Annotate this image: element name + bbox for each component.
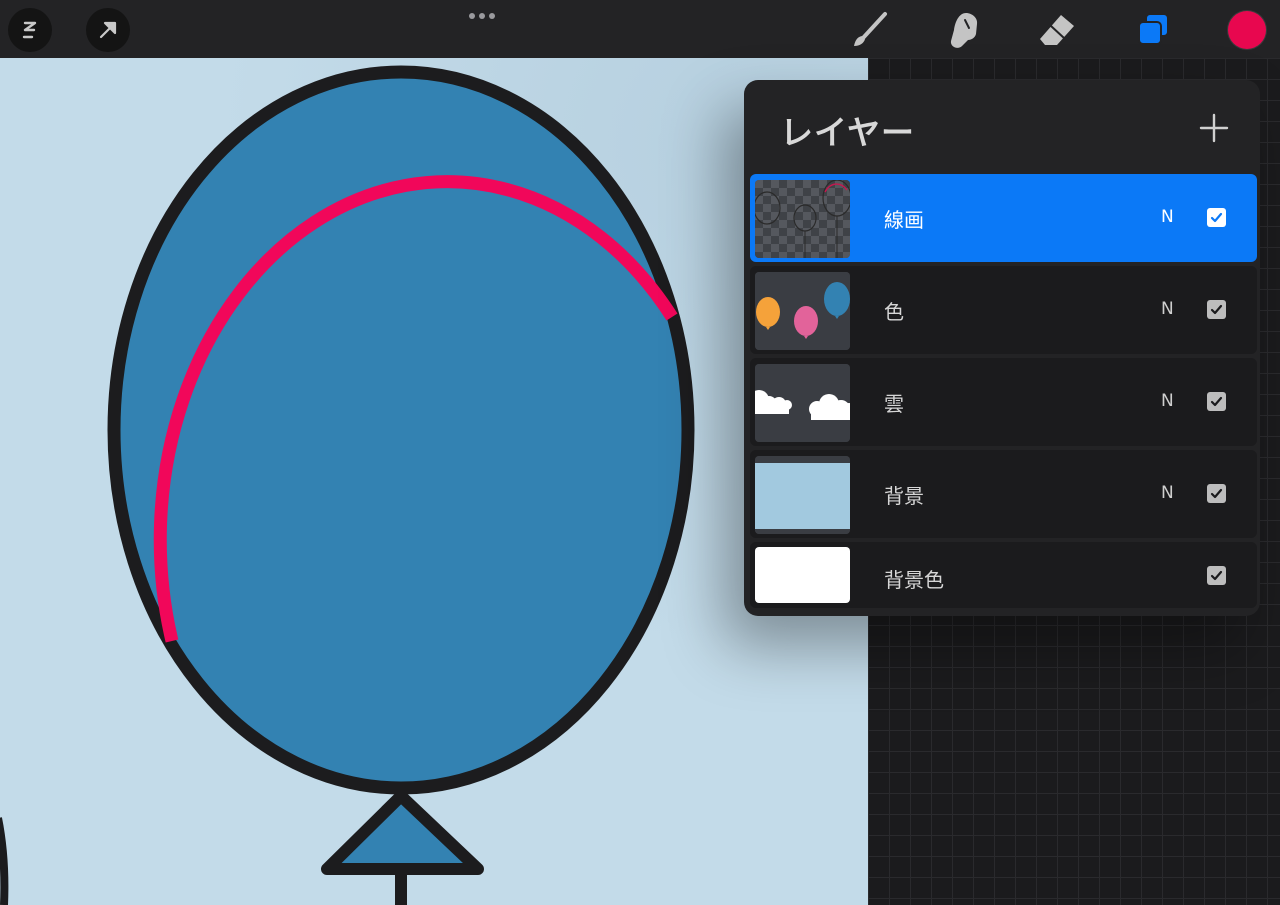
color-picker-button[interactable] [1228,11,1266,49]
drawing-canvas[interactable] [0,58,868,905]
layer-row-background-color[interactable]: 背景色 [750,542,1257,608]
layer-row-clouds[interactable]: 雲 N [750,358,1257,446]
layer-name: 背景色 [884,568,944,592]
layer-name: 背景 [884,484,924,508]
plus-icon [1199,113,1229,143]
layer-row-background[interactable]: 背景 N [750,450,1257,538]
layer-visibility-checkbox[interactable] [1207,566,1226,585]
layers-icon [1138,13,1169,45]
gallery-button[interactable] [8,8,52,52]
layer-thumbnail [755,272,850,350]
layer-visibility-checkbox[interactable] [1207,392,1226,411]
layer-row-lineart[interactable]: 線画 N [750,174,1257,262]
add-layer-button[interactable] [1196,110,1232,146]
layer-name: 雲 [884,392,904,416]
blend-mode-button[interactable]: N [1161,207,1174,227]
layer-thumbnail [755,547,850,603]
layer-visibility-checkbox[interactable] [1207,484,1226,503]
layers-button[interactable] [1130,8,1176,52]
eraser-tool-button[interactable] [1034,10,1080,50]
blend-mode-button[interactable]: N [1161,391,1174,411]
checkmark-icon [1210,212,1223,223]
top-toolbar [0,0,1280,58]
layer-name: 線画 [884,208,924,232]
panel-title: レイヤー [780,113,916,152]
smudge-finger-icon [950,13,978,48]
actions-button[interactable] [86,8,130,52]
eraser-icon [1040,15,1074,45]
checkmark-icon [1210,396,1223,407]
brush-icon [854,12,887,46]
checkmark-icon [1210,304,1223,315]
balloon-body [107,65,695,795]
checkmark-icon [1210,488,1223,499]
blend-mode-button[interactable]: N [1161,483,1174,503]
layers-panel: レイヤー 線画 N 色 N 雲 N 背景 N 背景色 [744,80,1260,616]
canvas-artwork [0,58,868,905]
layer-row-color[interactable]: 色 N [750,266,1257,354]
layer-visibility-checkbox[interactable] [1207,300,1226,319]
checkmark-icon [1210,570,1223,581]
more-options-button[interactable] [462,6,502,26]
smudge-tool-button[interactable] [940,8,986,52]
brush-tool-button[interactable] [846,10,892,50]
layer-visibility-checkbox[interactable] [1207,208,1226,227]
procreate-s-icon [22,21,37,39]
blend-mode-button[interactable]: N [1161,299,1174,319]
layer-name: 色 [884,300,904,324]
layer-thumbnail [755,456,850,534]
layer-thumbnail [755,364,850,442]
layer-thumbnail [755,180,850,258]
ellipsis-icon [467,13,497,19]
arrow-cursor-icon [99,21,117,39]
